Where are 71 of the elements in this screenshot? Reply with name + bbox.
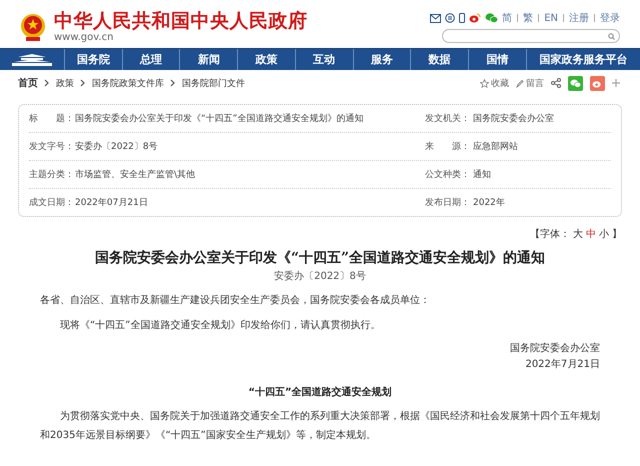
pencil-icon (516, 78, 524, 88)
search-field[interactable] (442, 29, 620, 43)
mail-icon[interactable] (430, 14, 442, 22)
field-value: 2022年07月21日 (75, 196, 149, 209)
plus-icon[interactable] (612, 79, 620, 87)
field-label: 公文种类： (425, 168, 471, 181)
salutation: 各省、自治区、直辖市及新疆生产建设兵团安全生产委员会，国务院安委会各成员单位： (40, 294, 431, 308)
chat-icon[interactable] (445, 13, 456, 23)
nav-tab[interactable]: 新闻 (180, 49, 238, 70)
favorite-button[interactable]: 收藏 (480, 76, 509, 90)
field-value: 2022年 (473, 196, 506, 209)
wechat-icon[interactable] (485, 13, 498, 23)
nav-tab[interactable]: 服务 (354, 49, 412, 70)
field-label: 成文日期： (29, 196, 75, 209)
star-icon (480, 78, 489, 88)
signature: 国务院安委会办公室 (509, 342, 600, 355)
nav-tab[interactable]: 政策 (238, 49, 296, 70)
chevron-icon (80, 79, 86, 87)
intro-paragraph: 为贯彻落实党中央、国务院关于加强道路交通安全工作的系列重大决策部署，根据《国民经济和社会发展第十四个五年规划和2035年远景目标纲要》《“十四五”国家安全生产规划》等，制定本规划。 (40, 410, 600, 443)
document-number: 安委办〔2022〕8号 (273, 270, 367, 283)
field-label: 主题分类： (29, 168, 75, 181)
section-title: “十四五”全国道路交通安全规划 (247, 385, 393, 399)
nav-tab[interactable]: 国家政务服务平台 (526, 49, 640, 70)
field-label: 发文机关： (425, 112, 471, 125)
font-size-option[interactable]: 大 (573, 227, 583, 241)
field-value: 国务院安委会办公室 (473, 112, 555, 125)
field-value: 应急部网站 (473, 140, 519, 153)
field-value: 安委办〔2022〕8号 (75, 140, 159, 153)
site-title: 中华人民共和国中央人民政府 (54, 11, 308, 32)
nav-tab[interactable]: 国务院 (65, 49, 123, 70)
language-link[interactable]: 繁 (523, 11, 534, 25)
font-size-option[interactable]: 中 (586, 227, 596, 241)
nav-tab[interactable]: 总理 (122, 49, 180, 70)
breadcrumb-link[interactable]: 政策 (56, 76, 74, 90)
field-label: 标 题： (29, 112, 75, 125)
signing-date: 2022年7月21日 (524, 358, 600, 371)
wechat-share-button[interactable] (568, 76, 583, 90)
breadcrumb-link[interactable]: 首页 (18, 76, 38, 90)
wechat-icon (570, 78, 581, 88)
comment-button[interactable]: 留言 (516, 76, 544, 90)
font-size-label: 【字体： (530, 228, 570, 241)
nav-tab[interactable]: 数据 (411, 49, 469, 70)
body-paragraph: 现将《“十四五”全国道路交通安全规划》印发给你们，请认真贯彻执行。 (59, 318, 382, 333)
gate-building-icon[interactable] (10, 52, 54, 66)
chevron-icon (170, 79, 176, 87)
weibo-icon[interactable] (469, 13, 482, 23)
field-label: 发文字号： (29, 140, 75, 153)
account-link[interactable]: 登录 (600, 11, 620, 25)
field-label: 发布日期： (425, 196, 471, 209)
font-size-option[interactable]: 小 (599, 227, 609, 241)
weibo-icon (592, 78, 603, 88)
search-icon[interactable] (608, 32, 615, 40)
nav-tab[interactable]: 互动 (296, 49, 354, 70)
national-emblem-icon (20, 12, 46, 42)
account-link[interactable]: 注册 (569, 11, 589, 25)
weibo-share-button[interactable] (590, 76, 605, 90)
breadcrumb-link[interactable]: 国务院政策文件库 (92, 76, 164, 90)
field-value: 国务院安委会办公室关于印发《“十四五”全国道路交通安全规划》的通知 (75, 112, 364, 125)
field-label: 来 源： (425, 140, 471, 153)
site-url: www.gov.cn (54, 32, 114, 43)
field-value: 通知 (473, 168, 492, 181)
language-link[interactable]: EN (544, 12, 558, 24)
breadcrumb-link[interactable]: 国务院部门文件 (182, 76, 245, 90)
nav-tab[interactable]: 国情 (468, 49, 527, 70)
field-value: 市场监管、安全生产监管\其他 (75, 168, 196, 181)
language-link[interactable]: 简 (502, 11, 512, 25)
phone-icon[interactable] (459, 13, 466, 23)
article-title: 国务院安委会办公室关于印发《“十四五”全国道路交通安全规划》的通知 (94, 249, 546, 267)
share-icon[interactable] (551, 78, 561, 88)
chevron-icon (44, 79, 50, 87)
bracket-text: 】 (612, 228, 622, 241)
